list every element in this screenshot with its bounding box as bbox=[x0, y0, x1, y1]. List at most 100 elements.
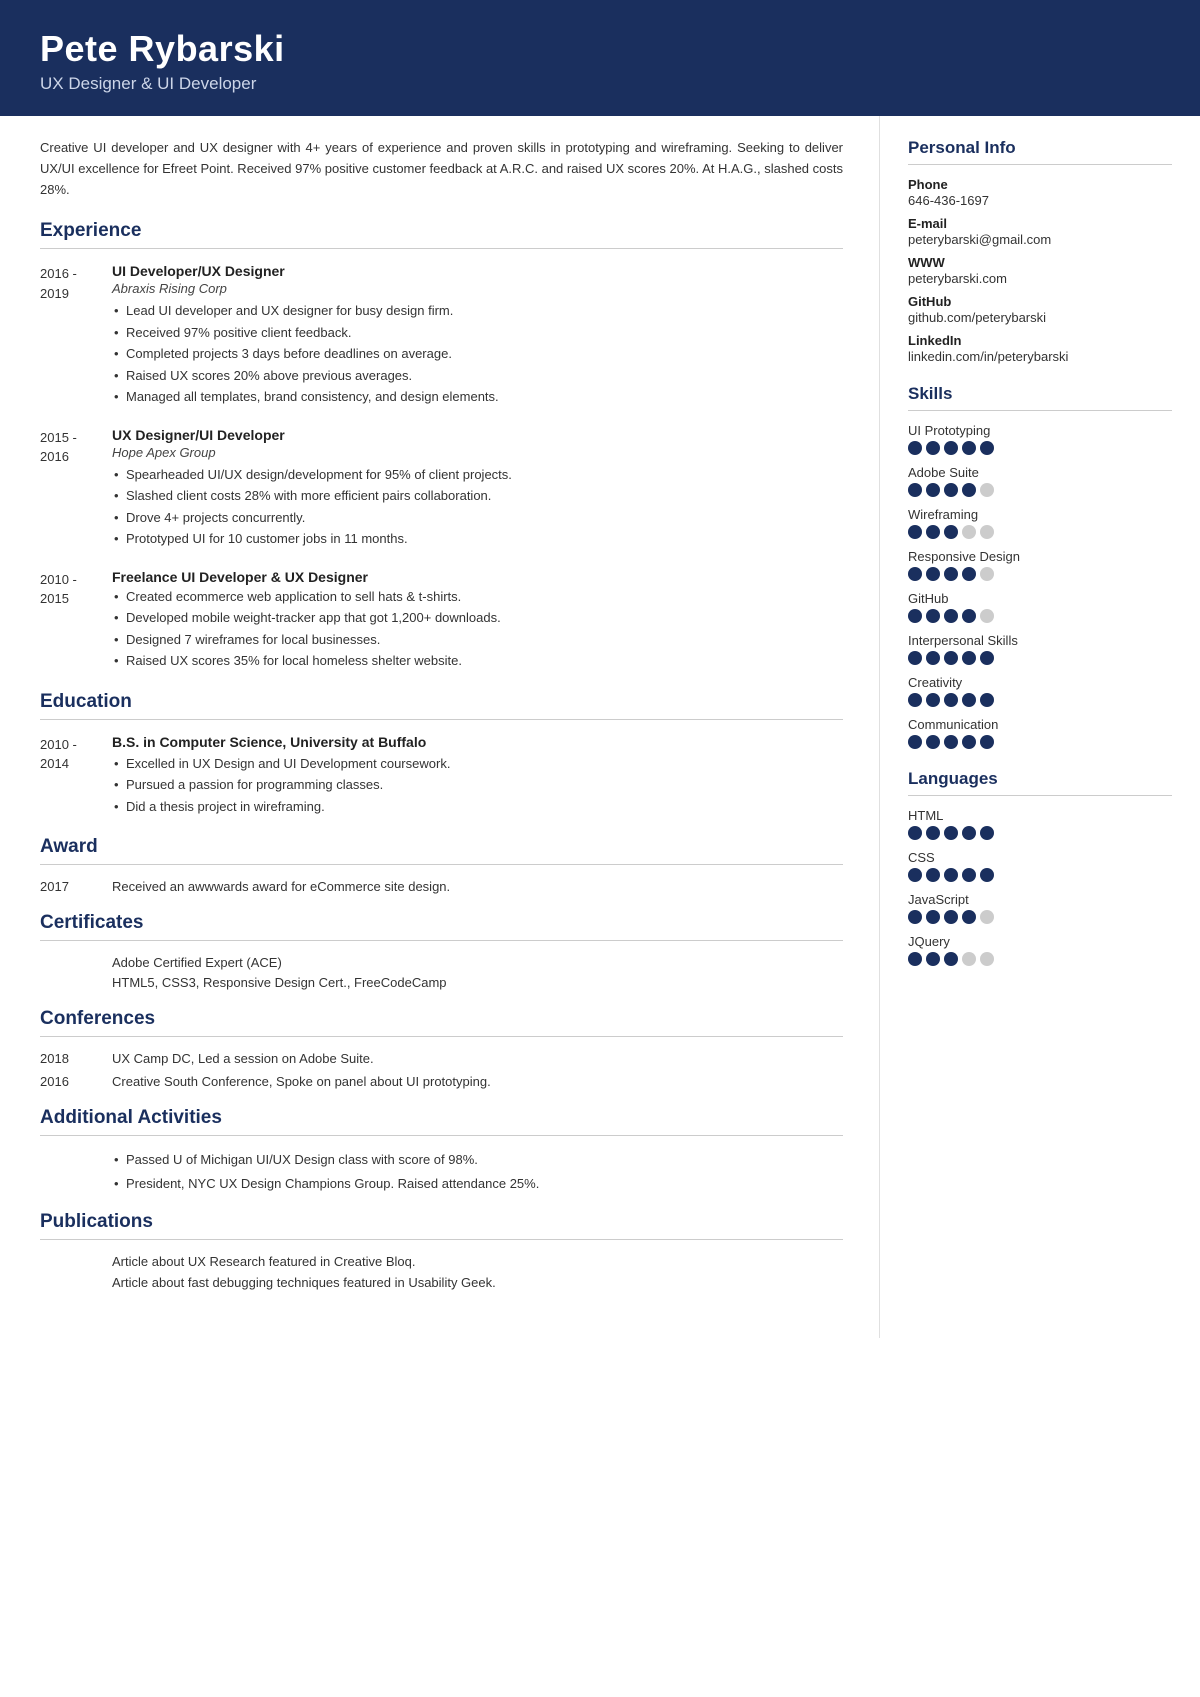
list-item: Slashed client costs 28% with more effic… bbox=[112, 486, 843, 506]
skill-name: GitHub bbox=[908, 591, 1172, 606]
dot-filled bbox=[962, 609, 976, 623]
dot-filled bbox=[962, 868, 976, 882]
dot-filled bbox=[926, 693, 940, 707]
skill-dots bbox=[908, 910, 1172, 924]
skill-dots bbox=[908, 567, 1172, 581]
dot-filled bbox=[908, 735, 922, 749]
exp-bullets: Lead UI developer and UX designer for bu… bbox=[112, 301, 843, 407]
dot-filled bbox=[908, 868, 922, 882]
skill-name: CSS bbox=[908, 850, 1172, 865]
skill-item: Communication bbox=[908, 717, 1172, 749]
skill-name: Communication bbox=[908, 717, 1172, 732]
personal-info-divider bbox=[908, 164, 1172, 165]
dot-filled bbox=[926, 826, 940, 840]
header-name: Pete Rybarski bbox=[40, 28, 1160, 70]
education-title: Education bbox=[40, 691, 843, 713]
skill-item: JQuery bbox=[908, 934, 1172, 966]
list-item: President, NYC UX Design Champions Group… bbox=[112, 1174, 843, 1194]
skill-item: Creativity bbox=[908, 675, 1172, 707]
sidebar: Personal Info Phone 646-436-1697 E-mail … bbox=[880, 116, 1200, 1006]
exp-company: Abraxis Rising Corp bbox=[112, 281, 843, 296]
dot-filled bbox=[908, 826, 922, 840]
skill-item: Adobe Suite bbox=[908, 465, 1172, 497]
exp-jobtitle: UX Designer/UI Developer bbox=[112, 427, 843, 443]
personal-info-section: Personal Info Phone 646-436-1697 E-mail … bbox=[908, 138, 1172, 364]
certificate-item: Adobe Certified Expert (ACE) bbox=[112, 955, 843, 970]
skill-dots bbox=[908, 651, 1172, 665]
exp-company: Hope Apex Group bbox=[112, 445, 843, 460]
edu-date: 2010 - 2014 bbox=[40, 734, 112, 819]
award-content: Received an awwwards award for eCommerce… bbox=[112, 879, 843, 894]
exp-date: 2015 - 2016 bbox=[40, 427, 112, 551]
www-value: peterybarski.com bbox=[908, 271, 1172, 286]
skill-dots bbox=[908, 693, 1172, 707]
exp-date: 2016 - 2019 bbox=[40, 263, 112, 409]
additional-title: Additional Activities bbox=[40, 1107, 843, 1129]
publication-item: Article about UX Research featured in Cr… bbox=[112, 1254, 843, 1269]
dot-filled bbox=[926, 651, 940, 665]
dot-filled bbox=[962, 693, 976, 707]
phone-label: Phone bbox=[908, 177, 1172, 192]
languages-section: Languages HTMLCSSJavaScriptJQuery bbox=[908, 769, 1172, 966]
body-wrapper: Creative UI developer and UX designer wi… bbox=[0, 116, 1200, 1338]
award-section: Award 2017 Received an awwwards award fo… bbox=[40, 836, 843, 894]
dot-filled bbox=[962, 651, 976, 665]
edu-content: B.S. in Computer Science, University at … bbox=[112, 734, 843, 819]
exp-content: UI Developer/UX Designer Abraxis Rising C… bbox=[112, 263, 843, 409]
skill-name: JQuery bbox=[908, 934, 1172, 949]
dot-filled bbox=[908, 567, 922, 581]
skill-dots bbox=[908, 441, 1172, 455]
dot-empty bbox=[980, 525, 994, 539]
certificates-section: Certificates Adobe Certified Expert (ACE… bbox=[40, 912, 843, 990]
skill-dots bbox=[908, 609, 1172, 623]
certificates-divider bbox=[40, 940, 843, 941]
dot-filled bbox=[926, 441, 940, 455]
exp-bullets: Spearheaded UI/UX design/development for… bbox=[112, 465, 843, 549]
award-date: 2017 bbox=[40, 879, 112, 894]
award-row: 2017 Received an awwwards award for eCom… bbox=[40, 879, 843, 894]
skill-dots bbox=[908, 826, 1172, 840]
list-item: Did a thesis project in wireframing. bbox=[112, 797, 843, 817]
dot-filled bbox=[926, 952, 940, 966]
dot-filled bbox=[908, 910, 922, 924]
list-item: Raised UX scores 35% for local homeless … bbox=[112, 651, 843, 671]
experience-row: 2010 - 2015Freelance UI Developer & UX D… bbox=[40, 569, 843, 673]
dot-filled bbox=[944, 826, 958, 840]
skill-dots bbox=[908, 735, 1172, 749]
skills-section: Skills UI PrototypingAdobe SuiteWirefram… bbox=[908, 384, 1172, 749]
list-item: Passed U of Michigan UI/UX Design class … bbox=[112, 1150, 843, 1170]
experience-title: Experience bbox=[40, 220, 843, 242]
exp-jobtitle: UI Developer/UX Designer bbox=[112, 263, 843, 279]
dot-filled bbox=[926, 735, 940, 749]
conf-content: Creative South Conference, Spoke on pane… bbox=[112, 1074, 843, 1089]
experience-section: Experience 2016 - 2019UI Developer/UX De… bbox=[40, 220, 843, 673]
dot-empty bbox=[980, 910, 994, 924]
dot-empty bbox=[962, 952, 976, 966]
publications-list: Article about UX Research featured in Cr… bbox=[40, 1254, 843, 1290]
list-item: Managed all templates, brand consistency… bbox=[112, 387, 843, 407]
dot-filled bbox=[944, 441, 958, 455]
languages-divider bbox=[908, 795, 1172, 796]
dot-filled bbox=[908, 651, 922, 665]
experience-divider bbox=[40, 248, 843, 249]
list-item: Completed projects 3 days before deadlin… bbox=[112, 344, 843, 364]
conf-date: 2018 bbox=[40, 1051, 112, 1066]
list-item: Developed mobile weight-tracker app that… bbox=[112, 608, 843, 628]
dot-empty bbox=[980, 952, 994, 966]
dot-filled bbox=[908, 525, 922, 539]
skill-item: JavaScript bbox=[908, 892, 1172, 924]
conference-row: 2016Creative South Conference, Spoke on … bbox=[40, 1074, 843, 1089]
additional-divider bbox=[40, 1135, 843, 1136]
languages-list: HTMLCSSJavaScriptJQuery bbox=[908, 808, 1172, 966]
skill-item: UI Prototyping bbox=[908, 423, 1172, 455]
conferences-section: Conferences 2018UX Camp DC, Led a sessio… bbox=[40, 1008, 843, 1089]
conf-content: UX Camp DC, Led a session on Adobe Suite… bbox=[112, 1051, 843, 1066]
certificates-title: Certificates bbox=[40, 912, 843, 934]
list-item: Pursued a passion for programming classe… bbox=[112, 775, 843, 795]
dot-filled bbox=[980, 651, 994, 665]
github-label: GitHub bbox=[908, 294, 1172, 309]
skill-item: Wireframing bbox=[908, 507, 1172, 539]
skill-item: Responsive Design bbox=[908, 549, 1172, 581]
list-item: Created ecommerce web application to sel… bbox=[112, 587, 843, 607]
skills-list: UI Prototyping Adobe Suite Wireframing Resp… bbox=[908, 423, 1172, 749]
